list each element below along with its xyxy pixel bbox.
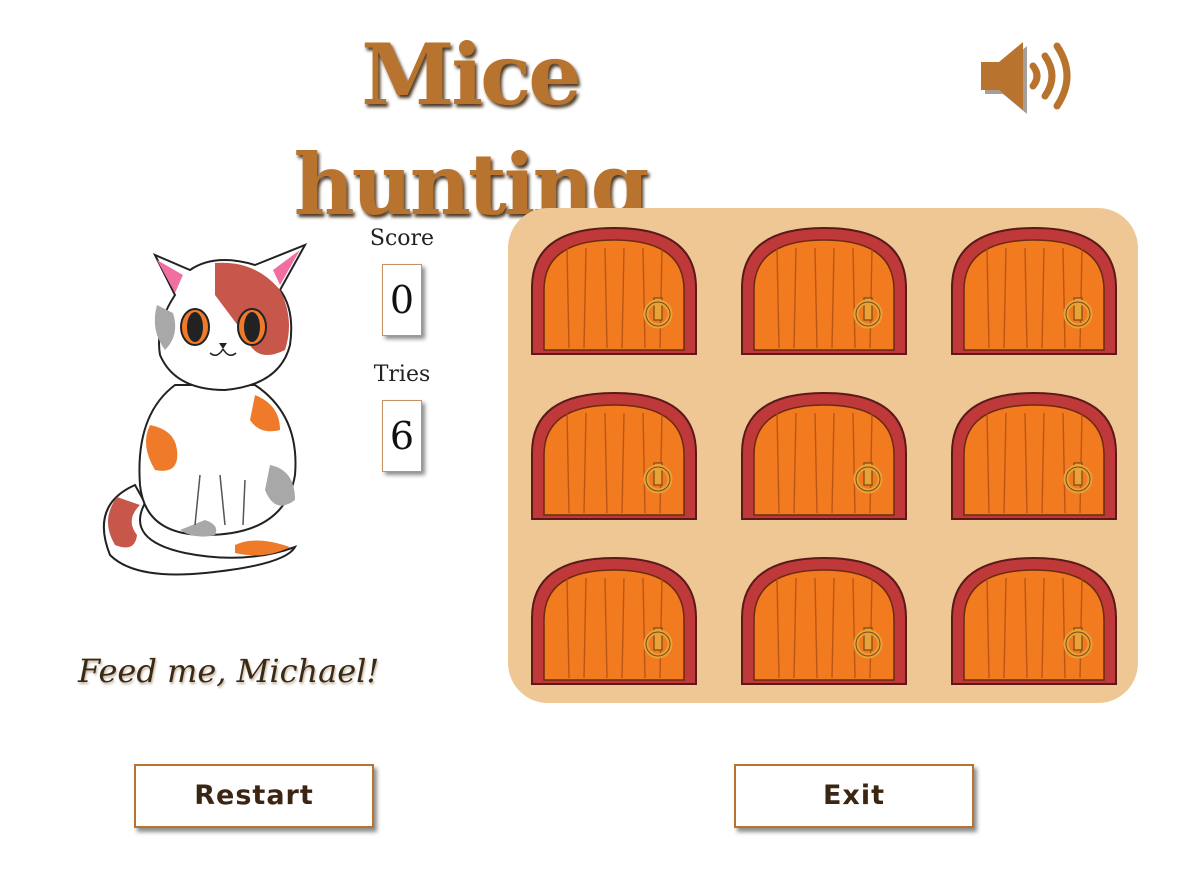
tries-label: Tries: [373, 362, 431, 387]
door-icon: [951, 556, 1117, 685]
game-title: Mice hunting: [293, 25, 650, 234]
door-icon: [741, 556, 907, 685]
exit-button[interactable]: Exit: [734, 764, 974, 828]
door-icon: [951, 391, 1117, 520]
door-1[interactable]: [530, 226, 698, 356]
door-9[interactable]: [950, 556, 1118, 686]
door-2[interactable]: [740, 226, 908, 356]
door-icon: [531, 391, 697, 520]
door-4[interactable]: [530, 391, 698, 521]
restart-button[interactable]: Restart: [134, 764, 374, 828]
door-board: [508, 208, 1138, 703]
sound-toggle-button[interactable]: [975, 38, 1085, 118]
tries-value: 6: [382, 400, 422, 472]
speaker-volume-icon: [981, 42, 1071, 114]
door-icon: [741, 226, 907, 355]
door-7[interactable]: [530, 556, 698, 686]
door-3[interactable]: [950, 226, 1118, 356]
cat-icon: [102, 243, 308, 576]
cat-message: Feed me, Michael!: [78, 652, 380, 690]
cat-character: [95, 235, 325, 580]
score-label: Score: [369, 226, 435, 251]
door-icon: [531, 556, 697, 685]
door-5[interactable]: [740, 391, 908, 521]
score-value: 0: [382, 264, 422, 336]
door-8[interactable]: [740, 556, 908, 686]
door-6[interactable]: [950, 391, 1118, 521]
door-icon: [531, 226, 697, 355]
door-icon: [951, 226, 1117, 355]
door-icon: [741, 391, 907, 520]
